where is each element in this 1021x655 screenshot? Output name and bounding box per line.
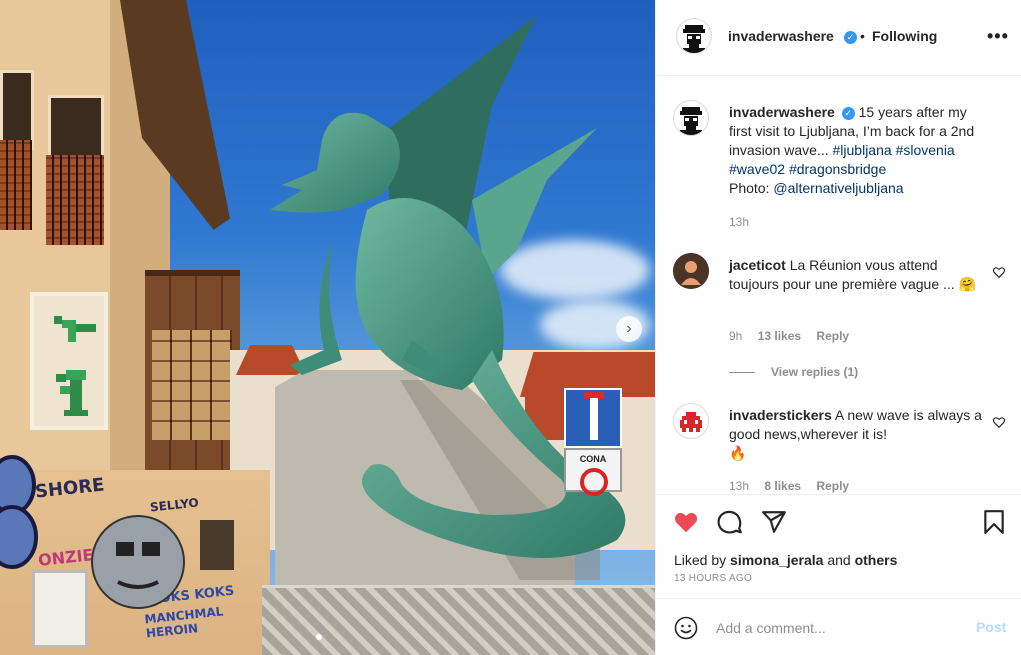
verified-icon: ✓ — [844, 31, 857, 44]
caption-text: invaderwashere ✓ 15 years after my first… — [729, 103, 989, 198]
hashtag-link[interactable]: #ljubljana — [833, 142, 892, 158]
photo-credit-link[interactable]: @alternativeljubljana — [773, 180, 903, 196]
wooden-window — [152, 330, 232, 440]
post-panel: invaderwashere ✓ • Following ••• invader… — [655, 0, 1021, 655]
lattice-panel — [46, 155, 104, 245]
comment-text: jaceticot La Réunion vous attend toujour… — [729, 256, 989, 294]
post-header: invaderwashere ✓ • Following ••• — [656, 0, 1021, 76]
liked-by-and: and — [827, 552, 851, 568]
comments-list[interactable]: invaderwashere ✓ 15 years after my first… — [656, 77, 1021, 493]
caption-time[interactable]: 13h — [729, 215, 749, 229]
comment-input[interactable] — [716, 617, 966, 639]
invader-face-icon — [680, 107, 702, 135]
wall-window — [32, 570, 88, 648]
graffiti-tag: ONZIE — [37, 545, 95, 570]
comment-likes[interactable]: 13 likes — [758, 329, 801, 343]
like-heart-icon[interactable] — [673, 509, 699, 535]
comment-likes[interactable]: 8 likes — [764, 479, 801, 493]
traffic-sign-dead-end — [564, 388, 622, 448]
commenter-avatar[interactable] — [673, 403, 709, 439]
comment-time[interactable]: 13h — [729, 479, 749, 493]
liked-by-prefix: Liked by — [674, 552, 727, 568]
liked-by-user-link[interactable]: simona_jerala — [730, 552, 823, 568]
commenter-username[interactable]: invaderstickers — [729, 407, 832, 423]
graffiti-face — [91, 515, 185, 609]
commenter-username[interactable]: jaceticot — [729, 257, 786, 273]
verified-icon: ✓ — [841, 107, 855, 120]
comment-time[interactable]: 9h — [729, 329, 742, 343]
reply-button[interactable]: Reply — [816, 329, 849, 343]
view-replies-label: View replies (1) — [771, 365, 859, 379]
photo-credit-label: Photo: — [729, 180, 770, 196]
caption-avatar[interactable] — [673, 100, 709, 136]
space-invader-mosaic — [30, 292, 108, 430]
like-comment-heart-icon[interactable] — [992, 415, 1006, 429]
comment-meta: 13h 8 likes Reply — [729, 479, 849, 493]
next-photo-button[interactable]: › — [616, 316, 642, 342]
reply-button[interactable]: Reply — [816, 479, 849, 493]
caption-block: invaderwashere ✓ 15 years after my first… — [672, 99, 1006, 239]
like-comment-heart-icon[interactable] — [992, 265, 1006, 279]
wall-window — [200, 520, 234, 570]
avatar-image — [673, 253, 709, 289]
following-button[interactable]: Following — [872, 28, 937, 44]
bridge-relief — [262, 585, 655, 655]
post-photo[interactable]: SHORE SELLYO ONZIE KOKS KOKS MANCHMAL HE… — [0, 0, 655, 655]
hashtag-link[interactable]: #dragonsbridge — [789, 161, 886, 177]
graffiti-eight — [0, 455, 38, 569]
replies-divider — [729, 372, 755, 374]
verified-badge: ✓ — [841, 28, 857, 44]
comment-emoji: 🤗 — [958, 276, 977, 292]
sign-text: CONA — [579, 454, 607, 464]
view-replies-button[interactable]: View replies (1) — [729, 365, 858, 379]
hashtag-link[interactable]: #slovenia — [896, 142, 955, 158]
post-timestamp[interactable]: 13 HOURS AGO — [674, 573, 752, 584]
more-options-icon[interactable]: ••• — [987, 26, 1009, 47]
comment-emoji: 🔥 — [729, 445, 747, 461]
graffiti-wall: SHORE SELLYO ONZIE KOKS KOKS MANCHMAL HE… — [0, 455, 270, 655]
comment-item: invaderstickers A new wave is always a g… — [672, 402, 1006, 493]
graffiti-tag: SHORE — [34, 474, 106, 503]
commenter-avatar[interactable] — [673, 253, 709, 289]
liked-by: Liked by simona_jerala and others — [674, 552, 897, 568]
comment-meta: 9h 13 likes Reply — [729, 329, 849, 343]
separator-dot: • — [860, 28, 865, 44]
liked-by-others-link[interactable]: others — [855, 552, 898, 568]
hashtag-link[interactable]: #wave02 — [729, 161, 785, 177]
emoji-icon[interactable] — [674, 616, 698, 640]
add-comment-bar: Post — [656, 598, 1021, 655]
save-bookmark-icon[interactable] — [981, 509, 1007, 535]
caption-username[interactable]: invaderwashere — [729, 104, 835, 120]
author-avatar[interactable] — [676, 18, 712, 54]
invader-face-icon — [683, 25, 705, 53]
speed-limit-circle — [580, 468, 608, 496]
comment-item: jaceticot La Réunion vous attend toujour… — [672, 252, 1006, 382]
comment-icon[interactable] — [717, 509, 743, 535]
building-window — [0, 70, 34, 150]
traffic-sign-zone: CONA — [564, 448, 622, 496]
lattice-panel — [0, 140, 32, 230]
comment-text: invaderstickers A new wave is always a g… — [729, 406, 989, 463]
share-icon[interactable] — [761, 509, 787, 535]
author-username[interactable]: invaderwashere — [728, 28, 834, 44]
space-invader-icon — [680, 412, 702, 432]
post-comment-button[interactable]: Post — [976, 619, 1006, 635]
carousel-dot — [316, 634, 322, 640]
